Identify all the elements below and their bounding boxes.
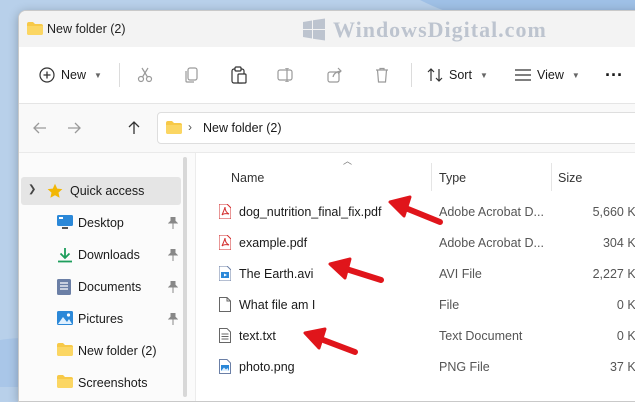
annotation-arrows — [303, 195, 443, 355]
annotation-arrow — [303, 327, 358, 355]
annotation-arrow — [388, 195, 443, 225]
annotation-arrow — [328, 257, 384, 283]
